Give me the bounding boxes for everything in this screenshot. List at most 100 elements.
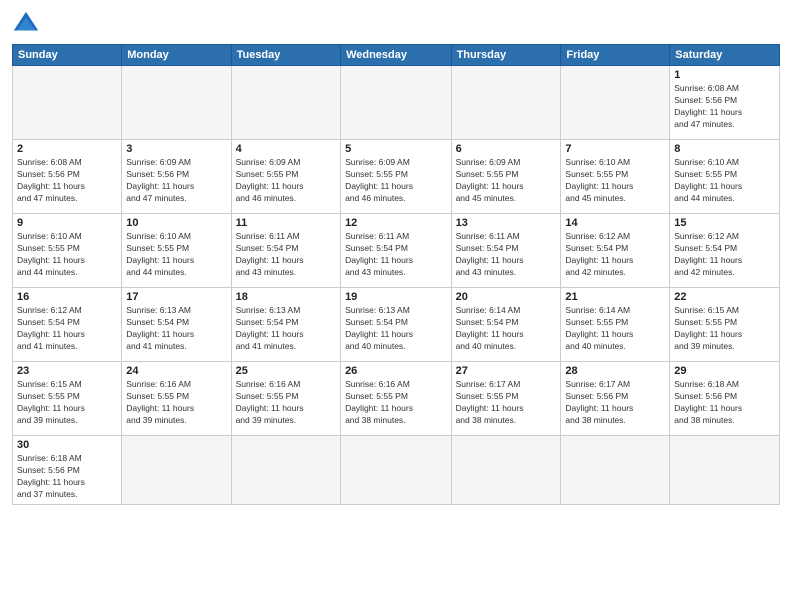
calendar-cell: 10Sunrise: 6:10 AMSunset: 5:55 PMDayligh… <box>122 214 231 288</box>
day-number: 28 <box>565 365 665 377</box>
day-info: Sunrise: 6:16 AMSunset: 5:55 PMDaylight:… <box>236 379 336 427</box>
day-number: 4 <box>236 143 336 155</box>
day-info: Sunrise: 6:14 AMSunset: 5:54 PMDaylight:… <box>456 305 557 353</box>
day-info: Sunrise: 6:17 AMSunset: 5:55 PMDaylight:… <box>456 379 557 427</box>
day-info: Sunrise: 6:11 AMSunset: 5:54 PMDaylight:… <box>236 231 336 279</box>
calendar-week-5: 23 Sunrise: 6:15 AMSunset: 5:55 PMDayligh… <box>13 362 780 436</box>
calendar-cell: 11 Sunrise: 6:11 AMSunset: 5:54 PMDayligh… <box>231 214 340 288</box>
calendar-cell: 5Sunrise: 6:09 AMSunset: 5:55 PMDaylight… <box>341 140 452 214</box>
day-number: 8 <box>674 143 775 155</box>
day-number: 22 <box>674 291 775 303</box>
day-info: Sunrise: 6:08 AMSunset: 5:56 PMDaylight:… <box>674 83 775 131</box>
calendar-cell: 2Sunrise: 6:08 AMSunset: 5:56 PMDaylight… <box>13 140 122 214</box>
day-number: 15 <box>674 217 775 229</box>
day-number: 26 <box>345 365 447 377</box>
day-number: 25 <box>236 365 336 377</box>
calendar-cell <box>231 436 340 505</box>
day-info: Sunrise: 6:13 AMSunset: 5:54 PMDaylight:… <box>345 305 447 353</box>
day-info: Sunrise: 6:11 AMSunset: 5:54 PMDaylight:… <box>456 231 557 279</box>
calendar-cell: 28 Sunrise: 6:17 AMSunset: 5:56 PMDayligh… <box>561 362 670 436</box>
calendar-cell <box>122 66 231 140</box>
calendar-cell: 1 Sunrise: 6:08 AMSunset: 5:56 PMDaylight… <box>670 66 780 140</box>
day-info: Sunrise: 6:09 AMSunset: 5:55 PMDaylight:… <box>236 157 336 205</box>
day-number: 9 <box>17 217 117 229</box>
day-number: 20 <box>456 291 557 303</box>
day-number: 23 <box>17 365 117 377</box>
calendar-cell <box>670 436 780 505</box>
calendar-header-row: SundayMondayTuesdayWednesdayThursdayFrid… <box>13 45 780 66</box>
day-number: 29 <box>674 365 775 377</box>
day-info: Sunrise: 6:10 AMSunset: 5:55 PMDaylight:… <box>674 157 775 205</box>
calendar-cell: 12 Sunrise: 6:11 AMSunset: 5:54 PMDayligh… <box>341 214 452 288</box>
day-number: 7 <box>565 143 665 155</box>
day-number: 24 <box>126 365 226 377</box>
calendar-cell: 7 Sunrise: 6:10 AMSunset: 5:55 PMDaylight… <box>561 140 670 214</box>
calendar-cell: 15 Sunrise: 6:12 AMSunset: 5:54 PMDayligh… <box>670 214 780 288</box>
day-number: 16 <box>17 291 117 303</box>
calendar-header-saturday: Saturday <box>670 45 780 66</box>
day-number: 3 <box>126 143 226 155</box>
calendar-cell <box>561 66 670 140</box>
calendar-cell <box>13 66 122 140</box>
calendar-cell: 22 Sunrise: 6:15 AMSunset: 5:55 PMDayligh… <box>670 288 780 362</box>
day-info: Sunrise: 6:18 AMSunset: 5:56 PMDaylight:… <box>674 379 775 427</box>
calendar-cell <box>341 436 452 505</box>
day-info: Sunrise: 6:09 AMSunset: 5:56 PMDaylight:… <box>126 157 226 205</box>
day-info: Sunrise: 6:10 AMSunset: 5:55 PMDaylight:… <box>126 231 226 279</box>
calendar-week-6: 30 Sunrise: 6:18 AMSunset: 5:56 PMDayligh… <box>13 436 780 505</box>
day-info: Sunrise: 6:10 AMSunset: 5:55 PMDaylight:… <box>565 157 665 205</box>
calendar-cell: 24Sunrise: 6:16 AMSunset: 5:55 PMDayligh… <box>122 362 231 436</box>
calendar-cell: 19 Sunrise: 6:13 AMSunset: 5:54 PMDayligh… <box>341 288 452 362</box>
calendar-cell: 3 Sunrise: 6:09 AMSunset: 5:56 PMDaylight… <box>122 140 231 214</box>
calendar-cell: 20 Sunrise: 6:14 AMSunset: 5:54 PMDayligh… <box>451 288 561 362</box>
day-info: Sunrise: 6:12 AMSunset: 5:54 PMDaylight:… <box>674 231 775 279</box>
logo <box>12 10 44 38</box>
day-info: Sunrise: 6:17 AMSunset: 5:56 PMDaylight:… <box>565 379 665 427</box>
day-info: Sunrise: 6:11 AMSunset: 5:54 PMDaylight:… <box>345 231 447 279</box>
day-number: 11 <box>236 217 336 229</box>
calendar-cell: 6 Sunrise: 6:09 AMSunset: 5:55 PMDaylight… <box>451 140 561 214</box>
calendar-cell <box>451 436 561 505</box>
calendar-cell: 30 Sunrise: 6:18 AMSunset: 5:56 PMDayligh… <box>13 436 122 505</box>
day-number: 17 <box>126 291 226 303</box>
header <box>12 10 780 38</box>
day-info: Sunrise: 6:15 AMSunset: 5:55 PMDaylight:… <box>17 379 117 427</box>
day-info: Sunrise: 6:18 AMSunset: 5:56 PMDaylight:… <box>17 453 117 501</box>
calendar-cell: 9 Sunrise: 6:10 AMSunset: 5:55 PMDaylight… <box>13 214 122 288</box>
day-number: 19 <box>345 291 447 303</box>
day-number: 27 <box>456 365 557 377</box>
calendar-cell <box>231 66 340 140</box>
calendar-cell: 14Sunrise: 6:12 AMSunset: 5:54 PMDayligh… <box>561 214 670 288</box>
day-info: Sunrise: 6:12 AMSunset: 5:54 PMDaylight:… <box>17 305 117 353</box>
day-info: Sunrise: 6:15 AMSunset: 5:55 PMDaylight:… <box>674 305 775 353</box>
calendar-header-monday: Monday <box>122 45 231 66</box>
calendar-week-4: 16 Sunrise: 6:12 AMSunset: 5:54 PMDayligh… <box>13 288 780 362</box>
day-number: 30 <box>17 439 117 451</box>
calendar-cell: 23 Sunrise: 6:15 AMSunset: 5:55 PMDayligh… <box>13 362 122 436</box>
calendar: SundayMondayTuesdayWednesdayThursdayFrid… <box>12 44 780 505</box>
calendar-cell: 26 Sunrise: 6:16 AMSunset: 5:55 PMDayligh… <box>341 362 452 436</box>
day-number: 1 <box>674 69 775 81</box>
calendar-week-3: 9 Sunrise: 6:10 AMSunset: 5:55 PMDaylight… <box>13 214 780 288</box>
calendar-cell: 18Sunrise: 6:13 AMSunset: 5:54 PMDayligh… <box>231 288 340 362</box>
calendar-cell: 25 Sunrise: 6:16 AMSunset: 5:55 PMDayligh… <box>231 362 340 436</box>
calendar-cell: 27 Sunrise: 6:17 AMSunset: 5:55 PMDayligh… <box>451 362 561 436</box>
calendar-header-sunday: Sunday <box>13 45 122 66</box>
calendar-header-friday: Friday <box>561 45 670 66</box>
calendar-cell: 17Sunrise: 6:13 AMSunset: 5:54 PMDayligh… <box>122 288 231 362</box>
day-info: Sunrise: 6:12 AMSunset: 5:54 PMDaylight:… <box>565 231 665 279</box>
day-info: Sunrise: 6:14 AMSunset: 5:55 PMDaylight:… <box>565 305 665 353</box>
calendar-cell: 29 Sunrise: 6:18 AMSunset: 5:56 PMDayligh… <box>670 362 780 436</box>
calendar-cell <box>341 66 452 140</box>
calendar-cell <box>122 436 231 505</box>
day-number: 13 <box>456 217 557 229</box>
page: SundayMondayTuesdayWednesdayThursdayFrid… <box>0 0 792 612</box>
day-info: Sunrise: 6:10 AMSunset: 5:55 PMDaylight:… <box>17 231 117 279</box>
day-number: 6 <box>456 143 557 155</box>
day-info: Sunrise: 6:09 AMSunset: 5:55 PMDaylight:… <box>345 157 447 205</box>
calendar-header-tuesday: Tuesday <box>231 45 340 66</box>
calendar-cell <box>561 436 670 505</box>
day-info: Sunrise: 6:09 AMSunset: 5:55 PMDaylight:… <box>456 157 557 205</box>
day-number: 12 <box>345 217 447 229</box>
day-info: Sunrise: 6:16 AMSunset: 5:55 PMDaylight:… <box>345 379 447 427</box>
